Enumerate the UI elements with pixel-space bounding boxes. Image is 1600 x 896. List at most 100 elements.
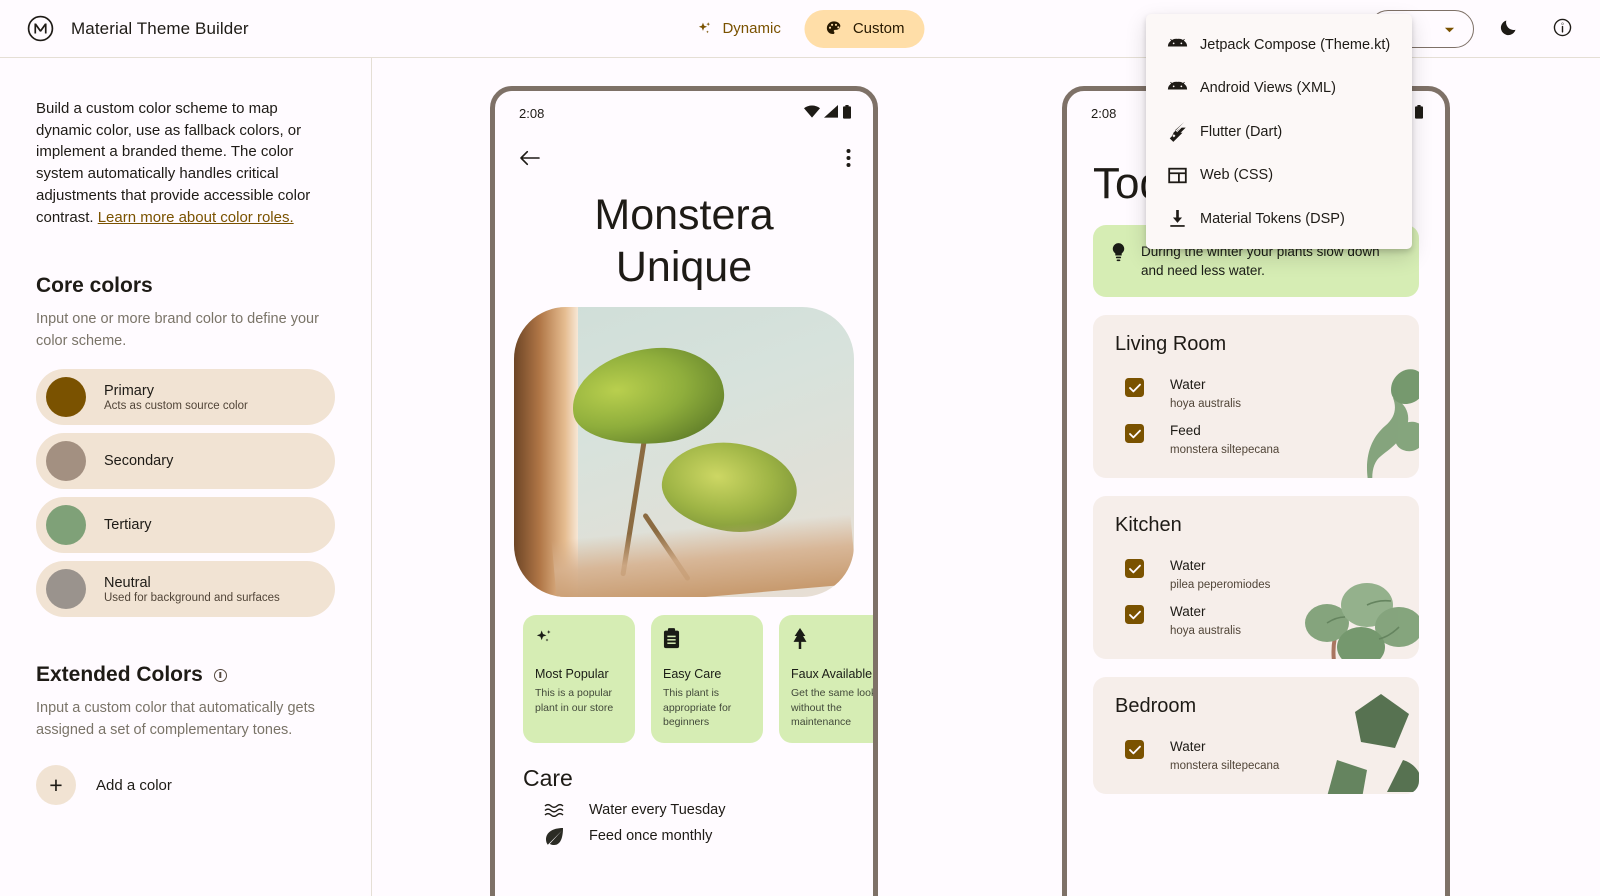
tab-custom[interactable]: Custom (804, 9, 925, 48)
battery-icon (1415, 104, 1423, 122)
task-plant: pilea peperomiodes (1170, 579, 1271, 591)
app-bar (495, 135, 873, 185)
room-card-living-room: Living Room Water hoya australis Feed mo… (1093, 315, 1419, 478)
dark-mode-toggle[interactable] (1488, 9, 1528, 49)
care-title: Care (523, 764, 573, 791)
tab-dynamic[interactable]: Dynamic (675, 10, 800, 48)
add-color-label: Add a color (96, 776, 172, 794)
menu-item-jetpack-compose[interactable]: Jetpack Compose (Theme.kt) (1146, 23, 1412, 67)
status-time: 2:08 (519, 105, 545, 121)
core-colors-title: Core colors (36, 274, 153, 298)
extended-colors-title: Extended Colors (36, 663, 335, 687)
menu-item-android-views[interactable]: Android Views (XML) (1146, 67, 1412, 111)
swatch-desc: Acts as custom source color (104, 399, 248, 412)
status-bar: 2:08 (495, 91, 873, 135)
info-button[interactable] (1542, 9, 1582, 49)
task-plant: hoya australis (1170, 625, 1241, 637)
download-icon (1164, 208, 1190, 230)
status-time: 2:08 (1091, 105, 1117, 121)
task-row: Water pilea peperomiodes (1093, 547, 1419, 593)
web-layout-icon (1164, 164, 1190, 186)
tab-dynamic-label: Dynamic (722, 20, 781, 37)
feature-card[interactable]: Easy Care This plant is appropriate for … (651, 615, 763, 743)
plant-title: Monstera Unique (594, 191, 774, 291)
more-vert-icon[interactable] (846, 148, 851, 173)
menu-item-web-css[interactable]: Web (CSS) (1146, 154, 1412, 198)
color-roles-link[interactable]: Learn more about color roles. (98, 209, 294, 226)
info-icon[interactable] (213, 668, 227, 682)
menu-item-label: Material Tokens (DSP) (1200, 210, 1345, 227)
menu-item-flutter[interactable]: Flutter (Dart) (1146, 110, 1412, 154)
swatch-row-neutral[interactable]: Neutral Used for background and surfaces (36, 561, 335, 618)
moon-icon (1498, 17, 1519, 41)
swatch-name: Secondary (104, 453, 174, 470)
task-checkbox[interactable] (1125, 605, 1144, 624)
signal-icon (824, 105, 839, 121)
task-row: Water hoya australis (1093, 366, 1419, 412)
water-waves-icon (543, 803, 565, 817)
room-card-kitchen: Kitchen Water pilea peperomiodes Water h… (1093, 496, 1419, 659)
leaf-shape (567, 341, 729, 452)
task-row: Water monstera siltepecana (1093, 728, 1419, 774)
task-checkbox[interactable] (1125, 559, 1144, 578)
sidebar-intro-text: Build a custom color scheme to map dynam… (36, 100, 311, 226)
core-colors-subtitle: Input one or more brand color to define … (36, 311, 319, 349)
room-name: Living Room (1115, 333, 1227, 355)
feature-card[interactable]: Faux Available Get the same look without… (779, 615, 877, 743)
menu-item-label: Flutter (Dart) (1200, 123, 1283, 140)
extended-colors-subtitle: Input a custom color that automatically … (36, 700, 315, 738)
task-checkbox[interactable] (1125, 740, 1144, 759)
chevron-down-icon (1444, 21, 1455, 37)
core-colors-list: Primary Acts as custom source color Seco… (36, 369, 335, 618)
menu-item-label: Jetpack Compose (Theme.kt) (1200, 36, 1391, 53)
task-action: Water (1170, 604, 1206, 619)
lightbulb-icon (1111, 243, 1127, 267)
wifi-icon (804, 105, 820, 121)
theme-mode-switch: Dynamic Custom (675, 9, 925, 48)
color-dot[interactable] (46, 505, 86, 546)
task-action: Water (1170, 558, 1206, 573)
swatch-row-primary[interactable]: Primary Acts as custom source color (36, 369, 335, 426)
menu-item-label: Web (CSS) (1200, 167, 1274, 184)
export-dropdown-menu: Jetpack Compose (Theme.kt) Android Views… (1146, 14, 1412, 249)
flutter-icon (1164, 121, 1190, 143)
task-action: Water (1170, 377, 1206, 392)
feature-body: Get the same look without the maintenanc… (791, 687, 877, 728)
task-plant: hoya australis (1170, 398, 1241, 410)
care-item-label: Water every Tuesday (589, 801, 726, 818)
room-card-bedroom: Bedroom Water monstera siltepecana (1093, 677, 1419, 794)
care-item: Water every Tuesday (495, 792, 873, 818)
info-circle-icon (1552, 17, 1573, 41)
leaf-icon (543, 827, 565, 845)
android-icon (1164, 34, 1190, 56)
plus-icon: + (36, 765, 76, 806)
tab-custom-label: Custom (852, 20, 905, 37)
color-dot[interactable] (46, 377, 86, 418)
task-checkbox[interactable] (1125, 378, 1144, 397)
android-icon (1164, 77, 1190, 99)
phone-preview-detail: 2:08 Monstera Unique Most Popular This i… (490, 86, 878, 896)
swatch-row-tertiary[interactable]: Tertiary (36, 497, 335, 554)
add-color-button[interactable]: + Add a color (36, 765, 335, 806)
sparkle-icon (535, 628, 623, 650)
brand: Material Theme Builder (0, 15, 249, 42)
back-arrow-icon[interactable] (519, 149, 541, 172)
task-action: Feed (1170, 423, 1201, 438)
battery-icon (843, 104, 851, 122)
swatch-name: Tertiary (104, 517, 152, 534)
menu-item-material-tokens[interactable]: Material Tokens (DSP) (1146, 197, 1412, 241)
feature-body: This is a popular plant in our store (535, 687, 614, 714)
status-icons (804, 104, 851, 122)
feature-card[interactable]: Most Popular This is a popular plant in … (523, 615, 635, 743)
room-name: Kitchen (1115, 514, 1182, 536)
task-action: Water (1170, 739, 1206, 754)
room-name: Bedroom (1115, 695, 1197, 717)
feature-cards: Most Popular This is a popular plant in … (495, 597, 873, 743)
task-checkbox[interactable] (1125, 424, 1144, 443)
color-dot[interactable] (46, 569, 86, 610)
feature-title: Easy Care (663, 667, 722, 681)
material-logo-icon (27, 15, 54, 42)
windowsill-shape (551, 514, 854, 597)
color-dot[interactable] (46, 441, 86, 482)
swatch-row-secondary[interactable]: Secondary (36, 433, 335, 490)
